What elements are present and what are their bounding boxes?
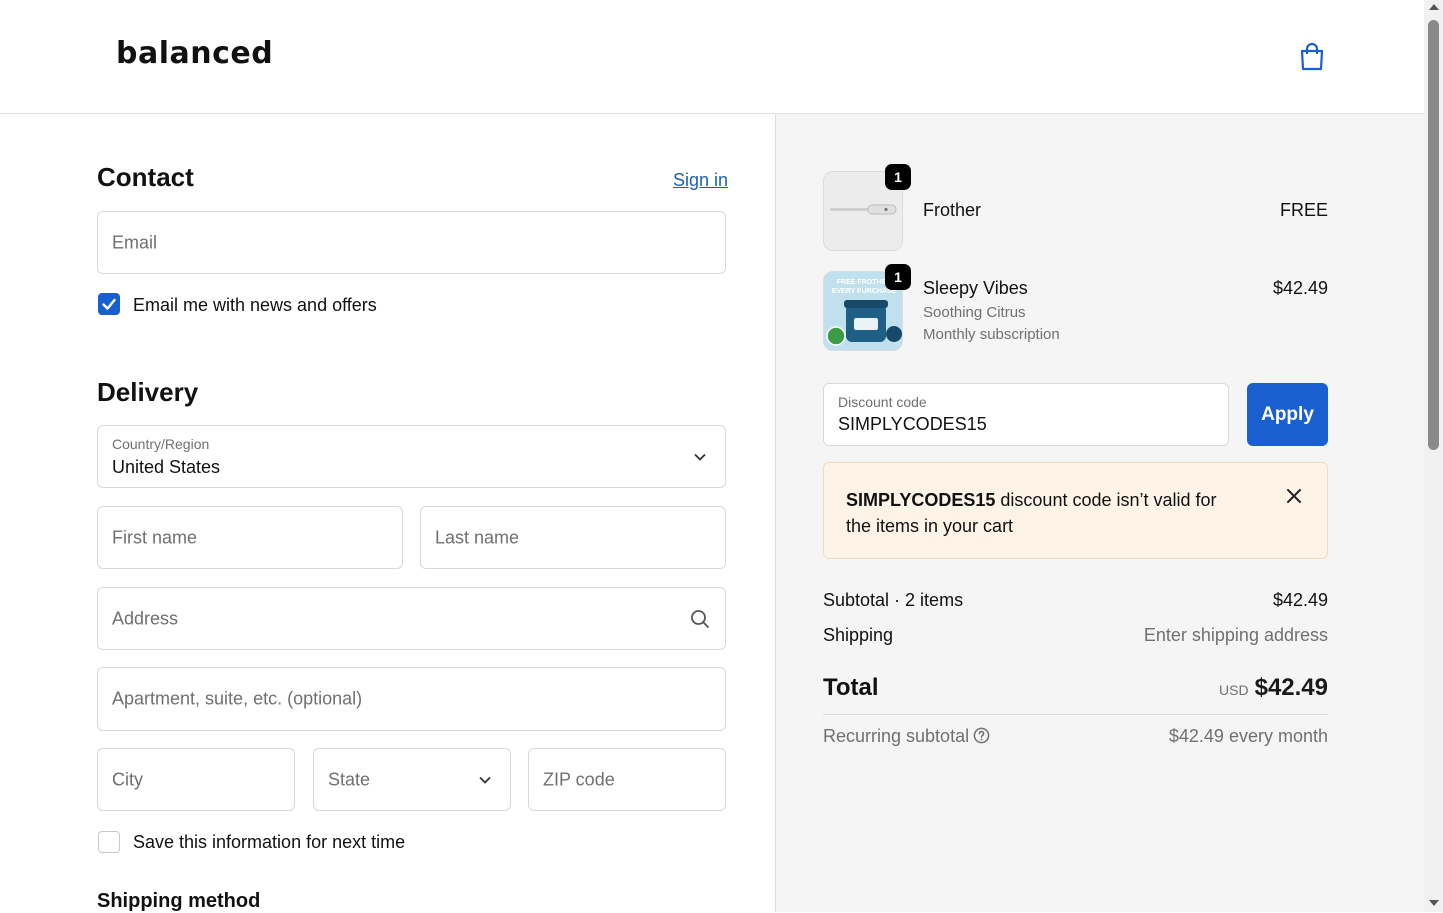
state-select[interactable]: State [313, 748, 511, 811]
news-checkbox-label: Email me with news and offers [133, 295, 377, 315]
subtotal-label: Subtotal · 2 items [823, 590, 964, 610]
city-placeholder: City [112, 769, 143, 789]
last-name-field[interactable]: Last name [420, 506, 726, 569]
alert-text: SIMPLYCODES15 discount code isn’t valid … [846, 487, 1246, 539]
divider [823, 714, 1328, 715]
apartment-placeholder: Apartment, suite, etc. (optional) [112, 688, 363, 709]
scrollbar-thumb[interactable] [1428, 20, 1439, 450]
total-currency: USD [1219, 682, 1249, 698]
item-price: $42.49 [1272, 278, 1328, 298]
item-variant: Soothing Citrus [923, 304, 1026, 321]
first-name-placeholder: First name [112, 527, 198, 547]
discount-label: Discount code [838, 394, 927, 410]
address-placeholder: Address [112, 608, 179, 628]
subtotal-value: $42.49 [1272, 590, 1328, 610]
country-select[interactable]: Country/Region United States [97, 425, 726, 488]
country-value: United States [112, 457, 221, 477]
zip-field[interactable]: ZIP code [528, 748, 726, 811]
delivery-heading: Delivery [97, 377, 199, 407]
discount-code-field[interactable]: Discount code SIMPLYCODES15 [823, 383, 1229, 446]
brand-logo[interactable]: balanced [116, 36, 273, 71]
total-value: $42.49 [1254, 674, 1328, 701]
city-field[interactable]: City [97, 748, 295, 811]
item-name: Frother [923, 200, 982, 220]
shipping-label: Shipping [823, 625, 894, 645]
total-label: Total [823, 674, 879, 701]
search-icon [691, 610, 709, 628]
shipping-value: Enter shipping address [1143, 625, 1328, 645]
checkmark-icon [102, 298, 116, 310]
discount-value: SIMPLYCODES15 [838, 414, 987, 434]
save-info-label: Save this information for next time [133, 832, 406, 852]
shopping-bag-icon[interactable] [1297, 42, 1327, 72]
apply-button[interactable]: Apply [1247, 383, 1328, 446]
save-info-checkbox[interactable] [98, 831, 120, 853]
item-price: FREE [1279, 200, 1328, 220]
recurring-subtotal-value: $42.49 every month [1168, 726, 1328, 746]
apartment-field[interactable]: Apartment, suite, etc. (optional) [97, 667, 726, 731]
first-name-field[interactable]: First name [97, 506, 403, 569]
last-name-placeholder: Last name [435, 527, 520, 547]
chevron-down-icon [479, 776, 491, 784]
discount-error-alert: SIMPLYCODES15 discount code isn’t valid … [823, 462, 1328, 559]
checkout-form: Contact Sign in Email Email me with news… [0, 114, 774, 912]
news-checkbox[interactable] [98, 293, 120, 315]
item-quantity-badge: 1 [885, 164, 911, 190]
email-field[interactable]: Email [97, 211, 726, 274]
zip-placeholder: ZIP code [543, 769, 615, 789]
sign-in-link[interactable]: Sign in [673, 170, 728, 191]
contact-heading: Contact [97, 162, 194, 192]
state-placeholder: State [328, 769, 371, 789]
page-scrollbar[interactable] [1424, 0, 1443, 912]
item-name: Sleepy Vibes [923, 278, 1028, 298]
item-plan: Monthly subscription [923, 326, 1060, 343]
shipping-method-heading: Shipping method [97, 890, 261, 912]
total-amount: USD $42.49 [1128, 674, 1328, 702]
scroll-down-arrow-icon[interactable] [1429, 900, 1439, 906]
item-quantity-badge: 1 [885, 264, 911, 290]
order-summary: 1 Frother FREE FREE FROTHER EVERY PURCHA… [775, 114, 1425, 912]
chevron-down-icon [694, 453, 706, 461]
site-header: balanced [0, 0, 1424, 114]
alert-code: SIMPLYCODES15 [846, 490, 996, 510]
scroll-up-arrow-icon[interactable] [1429, 4, 1439, 10]
recurring-subtotal-label: Recurring subtotal [823, 726, 970, 746]
email-placeholder: Email [112, 232, 158, 252]
help-icon[interactable] [973, 727, 990, 744]
close-icon[interactable] [1286, 488, 1302, 504]
country-label: Country/Region [112, 436, 210, 452]
address-field[interactable]: Address [97, 587, 726, 650]
